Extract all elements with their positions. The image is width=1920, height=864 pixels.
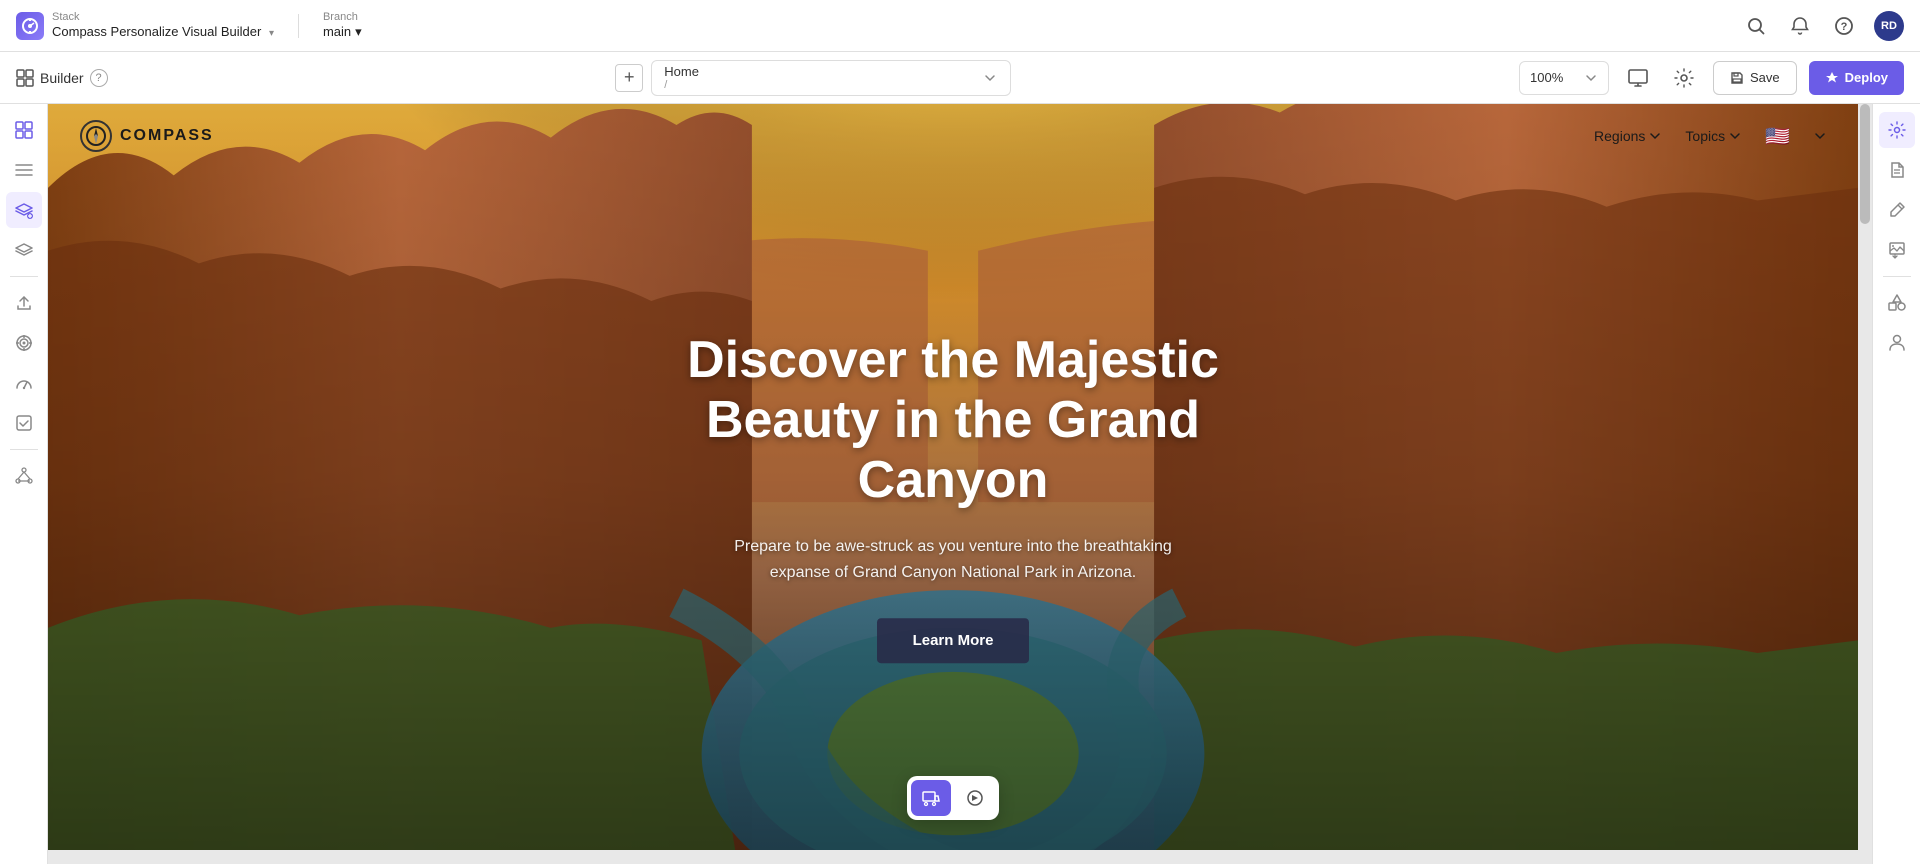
preview-logo: COMPASS: [80, 120, 214, 152]
branch-value[interactable]: main ▾: [323, 24, 362, 40]
builder-text: Builder: [40, 70, 84, 86]
desktop-view-icon[interactable]: [1621, 61, 1655, 95]
vertical-scrollbar[interactable]: [1858, 104, 1872, 850]
hero-subtitle: Prepare to be awe-struck as you venture …: [713, 535, 1193, 586]
bottom-tool-personalize-icon[interactable]: [911, 780, 951, 816]
right-sidebar-icon-person[interactable]: [1879, 325, 1915, 361]
save-button[interactable]: Save: [1713, 61, 1797, 95]
hero-title: Discover the Majestic Beauty in the Gran…: [653, 331, 1253, 510]
brand-info: Stack Compass Personalize Visual Builder…: [52, 11, 274, 40]
bottom-toolbar: [907, 776, 999, 820]
sidebar-icon-upload[interactable]: [6, 285, 42, 321]
horizontal-scrollbar[interactable]: [48, 850, 1872, 864]
nav-topics-link[interactable]: Topics: [1685, 128, 1741, 144]
nav-flag-chevron: [1814, 130, 1826, 142]
builder-help-icon[interactable]: ?: [90, 69, 108, 87]
user-avatar[interactable]: RD: [1874, 11, 1904, 41]
preview-frame: COMPASS Regions Topics 🇺🇸: [48, 104, 1858, 850]
sidebar-icon-checklist[interactable]: [6, 405, 42, 441]
deploy-button[interactable]: Deploy: [1809, 61, 1904, 95]
settings-icon[interactable]: [1667, 61, 1701, 95]
sidebar-icon-target[interactable]: [6, 325, 42, 361]
stack-label: Stack: [52, 11, 274, 24]
sidebar-icon-gauge[interactable]: [6, 365, 42, 401]
topbar-icons: ? RD: [1742, 11, 1904, 41]
preview-nav: COMPASS Regions Topics 🇺🇸: [48, 104, 1858, 168]
right-sidebar-icon-document[interactable]: [1879, 152, 1915, 188]
page-path: /: [664, 79, 699, 91]
right-sidebar-divider: [1883, 276, 1911, 277]
topbar: Stack Compass Personalize Visual Builder…: [0, 0, 1920, 52]
page-selector-chevron-icon: [982, 70, 998, 86]
nav-regions-link[interactable]: Regions: [1594, 128, 1661, 144]
sidebar-icon-grid[interactable]: [6, 112, 42, 148]
brand-chevron-icon: ▾: [269, 28, 274, 39]
right-sidebar-icon-settings[interactable]: [1879, 112, 1915, 148]
nav-flag-icon[interactable]: 🇺🇸: [1765, 124, 1790, 149]
left-sidebar: [0, 104, 48, 864]
page-name: Home: [664, 64, 699, 79]
builder-right: 100% Save: [1519, 61, 1904, 95]
add-page-button[interactable]: +: [615, 64, 643, 92]
builder-bar: Builder ? + Home / 100%: [0, 52, 1920, 104]
builder-icon: [16, 69, 34, 87]
brand-section: Stack Compass Personalize Visual Builder…: [16, 11, 274, 40]
right-sidebar: [1872, 104, 1920, 864]
sidebar-icon-network[interactable]: [6, 458, 42, 494]
right-sidebar-icon-shapes[interactable]: [1879, 285, 1915, 321]
right-sidebar-icon-edit[interactable]: [1879, 192, 1915, 228]
search-icon[interactable]: [1742, 12, 1770, 40]
hero-content: Discover the Majestic Beauty in the Gran…: [653, 331, 1253, 663]
save-icon: [1730, 71, 1744, 85]
canvas-area[interactable]: COMPASS Regions Topics 🇺🇸: [48, 104, 1872, 864]
bottom-tool-preview-icon[interactable]: [955, 780, 995, 816]
main-content: COMPASS Regions Topics 🇺🇸: [0, 104, 1920, 864]
scrollbar-thumb[interactable]: [1860, 104, 1870, 224]
sidebar-divider-2: [10, 449, 38, 450]
compass-logo-icon: [80, 120, 112, 152]
branch-chevron-icon: ▾: [355, 24, 362, 40]
topbar-divider: [298, 14, 299, 38]
hero-cta-button[interactable]: Learn More: [877, 618, 1030, 663]
page-selector[interactable]: Home /: [651, 60, 1011, 96]
brand-logo-icon: [16, 12, 44, 40]
sidebar-icon-layers-add[interactable]: [6, 192, 42, 228]
branch-label: Branch: [323, 11, 362, 24]
zoom-selector[interactable]: 100%: [1519, 61, 1609, 95]
preview-logo-text: COMPASS: [120, 127, 214, 145]
bell-icon[interactable]: [1786, 12, 1814, 40]
brand-name: Compass Personalize Visual Builder ▾: [52, 24, 274, 40]
deploy-icon: [1825, 71, 1839, 85]
nav-topics-chevron: [1729, 130, 1741, 142]
preview-nav-links: Regions Topics 🇺🇸: [1594, 124, 1826, 149]
zoom-chevron-icon: [1584, 71, 1598, 85]
builder-center: + Home /: [120, 60, 1507, 96]
zoom-value: 100%: [1530, 70, 1563, 85]
nav-regions-chevron: [1649, 130, 1661, 142]
sidebar-divider-1: [10, 276, 38, 277]
svg-text:?: ?: [1841, 21, 1848, 33]
right-sidebar-icon-image-transfer[interactable]: [1879, 232, 1915, 268]
sidebar-icon-list[interactable]: [6, 152, 42, 188]
branch-section: Branch main ▾: [323, 11, 362, 40]
help-icon[interactable]: ?: [1830, 12, 1858, 40]
sidebar-icon-layers[interactable]: [6, 232, 42, 268]
builder-label: Builder ?: [16, 69, 108, 87]
